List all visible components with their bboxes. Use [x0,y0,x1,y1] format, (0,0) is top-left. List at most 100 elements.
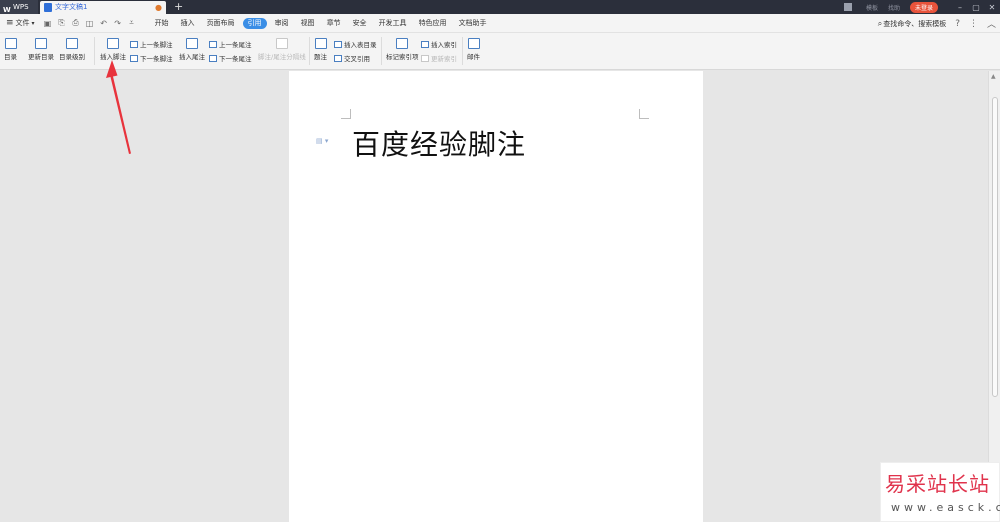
save-icon[interactable]: ▣ [42,18,53,29]
tab-view[interactable]: 视图 [301,18,315,29]
toc-level-button[interactable]: 目录级别 [59,38,85,61]
print-icon[interactable]: ⎙ [70,18,81,29]
customize-toolbar-icon[interactable]: ⩡ [126,18,137,29]
tab-special-apps[interactable]: 特色应用 [419,18,447,29]
menu-bar: ≡ 文件 ▾ ▣ ⎘ ⎙ ◫ ↶ ↷ ⩡ 开始 插入 页面布局 引用 审阅 视图… [0,14,1000,33]
more-icon[interactable]: ⋮ [969,19,978,29]
document-tab-label: 文字文稿1 [55,3,88,11]
watermark-url-text: www.easck.com [891,501,1000,514]
skin-icon[interactable] [843,3,852,11]
login-button[interactable]: 未登录 [909,1,938,13]
tab-review[interactable]: 审阅 [275,18,289,29]
close-window-icon[interactable]: ✕ [984,3,1000,12]
annotation-arrow-icon [106,60,131,154]
ribbon-divider [462,37,463,65]
wps-logo-icon: W [3,6,11,14]
vertical-scrollbar[interactable]: ▲ [988,71,1000,522]
undo-icon[interactable]: ↶ [98,18,109,29]
search-icon: ⌕ [877,18,883,28]
insert-index-icon [421,40,429,48]
next-endnote-icon [209,54,217,62]
update-index-button[interactable]: 更新索引 [421,53,457,63]
ribbon-divider [381,37,382,65]
file-menu[interactable]: ≡ 文件 ▾ [0,18,35,28]
insert-index-label: 插入索引 [431,41,457,49]
wps-tab-label: WPS [13,3,29,11]
titlebar-right: 模板 找助 未登录 – ▢ ✕ [843,0,1000,14]
table-of-figures-icon [334,40,342,48]
insert-endnote-label: 插入尾注 [179,53,205,61]
ribbon-divider [94,37,95,65]
margin-corner-top-left [341,109,351,119]
menu-right: ⌕ 查找命令、搜索模板 ? ⋮ ︿ [878,14,996,33]
paragraph-layout-icon[interactable]: ▤ ▾ [316,137,328,145]
toc-level-icon [66,38,78,49]
restore-icon[interactable]: ▢ [968,3,984,12]
redo-icon[interactable]: ↷ [112,18,123,29]
tab-security[interactable]: 安全 [353,18,367,29]
footnote-icon [107,38,119,49]
minimize-icon[interactable]: – [952,3,968,12]
mail-icon [467,38,480,49]
tab-insert[interactable]: 插入 [181,18,195,29]
wps-home-tab[interactable]: W WPS [0,0,38,14]
print-preview-icon[interactable]: ◫ [84,18,95,29]
prev-footnote-icon [130,40,138,48]
prev-footnote-button[interactable]: 上一条脚注 [130,39,173,49]
tab-doc-assistant[interactable]: 文档助手 [459,18,487,29]
prev-footnote-label: 上一条脚注 [140,41,173,49]
tab-section[interactable]: 章节 [327,18,341,29]
tab-home[interactable]: 开始 [155,18,169,29]
tab-developer[interactable]: 开发工具 [379,18,407,29]
watermark-cn-text: 易采站长站 [885,472,990,496]
new-tab-button[interactable]: + [174,0,183,14]
toc-label: 目录 [4,53,17,61]
title-bar: W WPS 文字文稿1 ● + 模板 找助 未登录 – ▢ ✕ [0,0,1000,14]
ribbon-divider [309,37,310,65]
margin-corner-top-right [639,109,649,119]
template-link[interactable]: 模板 [866,3,878,12]
next-footnote-label: 下一条脚注 [140,55,173,63]
menu-tabs: 开始 插入 页面布局 引用 审阅 视图 章节 安全 开发工具 特色应用 文档助手 [149,17,493,29]
footnote-separator-label: 脚注/尾注分隔线 [258,53,306,61]
output-pdf-icon[interactable]: ⎘ [56,18,67,29]
scroll-thumb[interactable] [992,97,998,397]
next-endnote-button[interactable]: 下一条尾注 [209,53,252,63]
update-toc-button[interactable]: 更新目录 [28,38,54,61]
document-page[interactable]: ▤ ▾ 百度经验脚注 [289,71,703,522]
close-tab-icon[interactable]: ● [155,1,162,14]
update-index-icon [421,54,429,62]
prev-endnote-button[interactable]: 上一条尾注 [209,39,252,49]
prev-endnote-label: 上一条尾注 [219,41,252,49]
footnote-separator-button[interactable]: 脚注/尾注分隔线 [258,38,306,61]
tab-references[interactable]: 引用 [242,17,267,29]
caption-label: 题注 [314,53,327,61]
collapse-ribbon-icon[interactable]: ︿ [987,17,996,30]
insert-table-of-figures-label: 插入表目录 [344,41,377,49]
document-heading[interactable]: 百度经验脚注 [352,123,526,163]
command-search-input[interactable]: 查找命令、搜索模板 [883,19,946,29]
update-toc-icon [35,38,47,49]
document-tab[interactable]: 文字文稿1 ● [40,1,166,14]
next-endnote-label: 下一条尾注 [219,55,252,63]
toc-button[interactable]: 目录 [4,38,17,61]
site-watermark: 易采站长站 www.easck.com [880,462,1000,522]
mark-index-entry-button[interactable]: 标记索引项 [386,38,419,61]
caption-icon [314,38,327,49]
insert-table-of-figures-button[interactable]: 插入表目录 [334,39,377,49]
insert-endnote-button[interactable]: 插入尾注 [179,38,205,61]
help-link[interactable]: 找助 [888,3,900,12]
tab-page-layout[interactable]: 页面布局 [207,18,235,29]
endnote-icon [186,38,198,49]
prev-endnote-icon [209,40,217,48]
cross-reference-button[interactable]: 交叉引用 [334,53,370,63]
caption-button[interactable]: 题注 [314,38,327,61]
hamburger-icon: ≡ [6,18,14,28]
cross-reference-icon [334,54,342,62]
insert-index-button[interactable]: 插入索引 [421,39,457,49]
mail-button[interactable]: 邮件 [467,38,480,61]
scroll-up-icon[interactable]: ▲ [991,73,996,80]
toc-level-label: 目录级别 [59,53,85,61]
document-icon [44,2,52,12]
help-icon[interactable]: ? [955,19,960,29]
